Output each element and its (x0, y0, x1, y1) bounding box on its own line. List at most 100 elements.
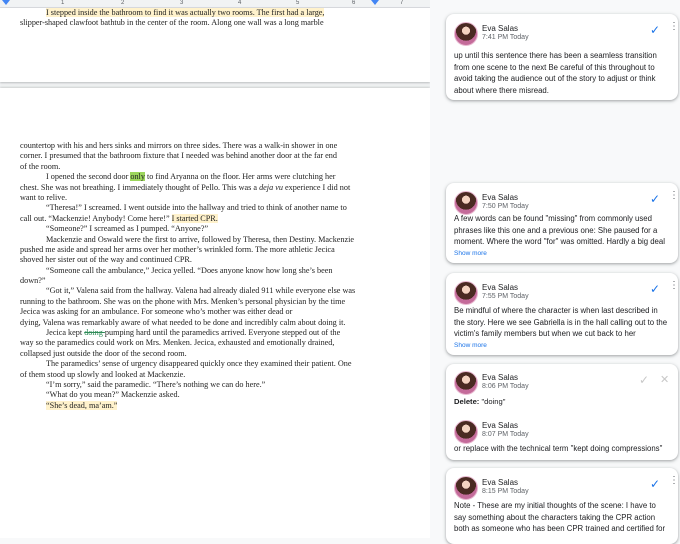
document-page[interactable]: countertop with his and hers sinks and m… (0, 88, 430, 538)
left-indent-marker-icon[interactable] (2, 0, 10, 5)
right-indent-marker-icon[interactable] (371, 0, 379, 5)
text-line[interactable]: “Got it,” Valena said from the hallway. … (20, 286, 376, 296)
text-run[interactable]: way so the paramedics could work on Mrs.… (20, 338, 334, 347)
text-line[interactable]: way so the paramedics could work on Mrs.… (20, 338, 376, 348)
text-run[interactable]: “Theresa!” I screamed. I went outside in… (46, 203, 347, 212)
page-text[interactable]: countertop with his and hers sinks and m… (20, 141, 376, 411)
document-page[interactable]: I stepped inside the bathroom to find it… (0, 8, 430, 82)
text-line[interactable]: collapsed just outside the door of the s… (20, 349, 376, 359)
text-line[interactable]: want to relive. (20, 193, 376, 203)
text-line[interactable]: running to the bathroom. She was on the … (20, 297, 376, 307)
text-line[interactable]: chest. She was not breathing. I immediat… (20, 183, 376, 193)
text-line[interactable]: of them stood up slowly and looked at Ma… (20, 370, 376, 380)
text-line[interactable]: pushed me aside and spread her arms over… (20, 245, 376, 255)
reject-suggestion-close-icon[interactable]: ✕ (660, 373, 669, 386)
text-run[interactable]: The paramedics’ sense of urgency disappe… (46, 359, 351, 368)
text-line[interactable]: The paramedics’ sense of urgency disappe… (20, 359, 376, 369)
text-run[interactable]: “Someone call the ambulance,” Jecica yel… (46, 266, 332, 275)
text-run[interactable]: “I’m sorry,” said the paramedic. “There’… (46, 380, 265, 389)
ruler-tick: 5 (296, 0, 300, 6)
text-line[interactable]: dying, Valena was remarkably aware of wh… (20, 318, 376, 328)
comment-gutter (430, 0, 444, 538)
more-options-icon[interactable]: ⋮ (669, 191, 678, 201)
delete-label: Delete: (454, 397, 480, 406)
comment-author: Eva Salas (482, 283, 519, 292)
comment-author: Eva Salas (482, 478, 519, 487)
text-line[interactable]: slipper-shaped clawfoot bathtub in the c… (20, 18, 376, 28)
text-run[interactable]: Jecica kept (46, 328, 84, 337)
text-run[interactable]: of the room. (20, 162, 60, 171)
text-run[interactable]: dying, Valena was remarkably aware of wh… (20, 318, 345, 327)
text-run[interactable]: “What do you mean?” Mackenzie asked. (46, 390, 180, 399)
text-run[interactable]: collapsed just outside the door of the s… (20, 349, 187, 358)
text-line[interactable]: “Theresa!” I screamed. I went outside in… (20, 203, 376, 213)
ruler-tick: 1 (61, 0, 65, 6)
text-run[interactable]: of them stood up slowly and looked at Ma… (20, 370, 185, 379)
text-run[interactable]: chest. She was not breathing. I immediat… (20, 183, 259, 192)
text-run[interactable]: I opened the second door (46, 172, 130, 181)
ruler[interactable]: 1 2 3 4 5 6 7 (0, 0, 430, 8)
comment-card[interactable]: Eva Salas 7:55 PM Today ✓ ⋮ Be mindful o… (446, 273, 678, 355)
accept-suggestion-check-icon[interactable]: ✓ (639, 373, 649, 387)
text-line[interactable]: “Someone?” I screamed as I pumped. “Anyo… (20, 224, 376, 234)
delete-value: "doing" (481, 397, 506, 406)
italic-text[interactable]: deja vu (259, 183, 283, 192)
text-line[interactable]: Jecica kept doing pumping hard until the… (20, 328, 376, 338)
text-run[interactable]: experience I did not (283, 183, 350, 192)
highlighted-text[interactable]: I started CPR. (171, 213, 218, 223)
text-line[interactable]: I opened the second door only to find Ar… (20, 172, 376, 182)
text-run[interactable]: countertop with his and hers sinks and m… (20, 141, 337, 150)
ruler-tick: 3 (180, 0, 184, 6)
avatar (454, 371, 478, 395)
resolve-check-icon[interactable]: ✓ (650, 282, 660, 296)
text-run[interactable]: down?” (20, 276, 45, 285)
text-run[interactable]: running to the bathroom. She was on the … (20, 297, 345, 306)
text-line[interactable]: corner. I presumed that the bathroom fix… (20, 151, 376, 161)
text-run[interactable]: corner. I presumed that the bathroom fix… (20, 151, 337, 160)
text-line[interactable]: shoved her sister out of the way and con… (20, 255, 376, 265)
text-line[interactable]: Mackenzie and Oswald were the first to a… (20, 235, 376, 245)
text-line[interactable]: call out. “Mackenzie! Anybody! Come here… (20, 213, 376, 224)
comment-body: A few words can be found "missing" from … (454, 213, 676, 248)
text-run[interactable]: call out. “Mackenzie! Anybody! Come here… (20, 214, 172, 223)
page-text[interactable]: I stepped inside the bathroom to find it… (20, 8, 376, 29)
text-line[interactable]: “What do you mean?” Mackenzie asked. (20, 390, 376, 400)
more-options-icon[interactable]: ⋮ (669, 281, 678, 291)
text-run[interactable]: “Got it,” Valena said from the hallway. … (46, 286, 355, 295)
suggestion-card[interactable]: Eva Salas 8:06 PM Today ✓ ✕ Delete: "doi… (446, 364, 678, 460)
text-run[interactable]: Mackenzie and Oswald were the first to a… (46, 235, 354, 244)
suggestion-header: Eva Salas 8:06 PM Today ✓ ✕ Delete: "doi… (446, 364, 678, 412)
text-run[interactable]: to find Aryanna on the floor. Her arms w… (145, 172, 335, 181)
comment-author: Eva Salas (482, 373, 519, 382)
text-run[interactable]: shoved her sister out of the way and con… (20, 255, 192, 264)
highlighted-text[interactable]: I stepped inside the bathroom to find it… (46, 8, 325, 17)
show-more-link[interactable]: Show more (454, 342, 487, 349)
more-options-icon[interactable]: ⋮ (669, 22, 678, 32)
text-line[interactable]: Jecica was asking for an ambulance. For … (20, 307, 376, 317)
text-run[interactable]: want to relive. (20, 193, 67, 202)
text-line[interactable]: countertop with his and hers sinks and m… (20, 141, 376, 151)
resolve-check-icon[interactable]: ✓ (650, 192, 660, 206)
text-line[interactable]: “She’s dead, ma’am.” (20, 400, 376, 411)
suggested-deletion[interactable]: doing (84, 328, 105, 337)
text-run[interactable]: pushed me aside and spread her arms over… (20, 245, 335, 254)
text-run[interactable]: Jecica was asking for an ambulance. For … (20, 307, 292, 316)
text-run[interactable]: slipper-shaped clawfoot bathtub in the c… (20, 18, 324, 27)
text-line[interactable]: down?” (20, 276, 376, 286)
resolve-check-icon[interactable]: ✓ (650, 23, 660, 37)
text-run[interactable]: “Someone?” I screamed as I pumped. “Anyo… (46, 224, 208, 233)
text-line[interactable]: of the room. (20, 162, 376, 172)
show-more-link[interactable]: Show more (454, 250, 487, 257)
comment-card[interactable]: Eva Salas 8:15 PM Today ✓ ⋮ Note - These… (446, 468, 678, 544)
text-line[interactable]: “Someone call the ambulance,” Jecica yel… (20, 266, 376, 276)
text-line[interactable]: “I’m sorry,” said the paramedic. “There’… (20, 380, 376, 390)
comment-card[interactable]: Eva Salas 7:50 PM Today ✓ ⋮ A few words … (446, 183, 678, 263)
more-options-icon[interactable]: ⋮ (669, 476, 678, 486)
text-line[interactable]: I stepped inside the bathroom to find it… (20, 8, 376, 18)
text-run[interactable]: pumping hard until the paramedics arrive… (105, 328, 340, 337)
comment-line: both as someone who has been CPR trained… (454, 524, 666, 533)
comment-card[interactable]: Eva Salas 7:41 PM Today ✓ ⋮ up until thi… (446, 14, 678, 100)
highlighted-text[interactable]: “She’s dead, ma’am.” (46, 400, 118, 410)
resolve-check-icon[interactable]: ✓ (650, 477, 660, 491)
highlighted-text[interactable]: only (130, 172, 145, 182)
